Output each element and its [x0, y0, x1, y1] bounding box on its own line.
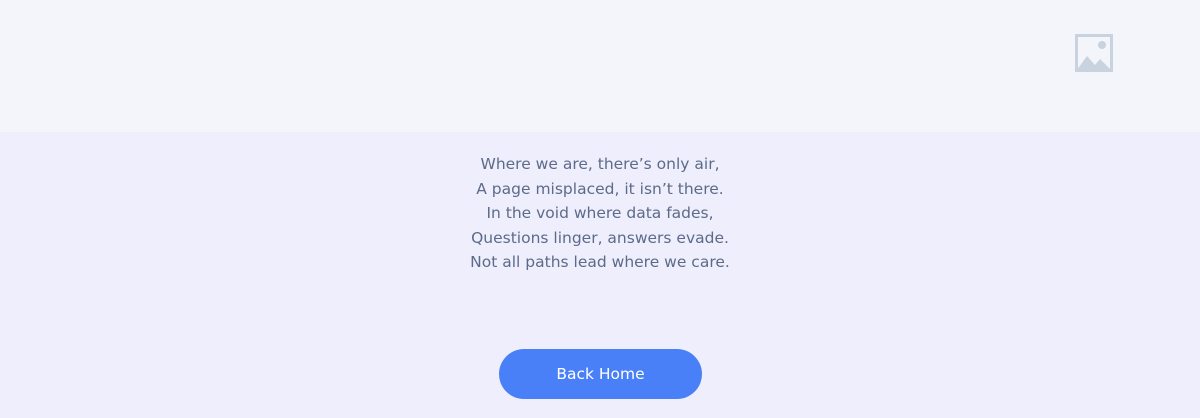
poem-line: Questions linger, answers evade. — [471, 228, 729, 247]
poem-line: Where we are, there’s only air, — [480, 155, 720, 173]
not-found-poem: Where we are, there’s only air, A page m… — [0, 152, 1200, 275]
poem-line: In the void where data fades, — [486, 204, 714, 222]
header-area — [0, 0, 1200, 132]
back-home-button[interactable]: Back Home — [499, 349, 702, 399]
poem-line: Not all paths lead where we care. — [470, 253, 730, 271]
error-page: Where we are, there’s only air, A page m… — [0, 0, 1200, 418]
poem-line: A page misplaced, it isn’t there. — [476, 179, 724, 198]
image-placeholder-icon — [1075, 34, 1113, 72]
